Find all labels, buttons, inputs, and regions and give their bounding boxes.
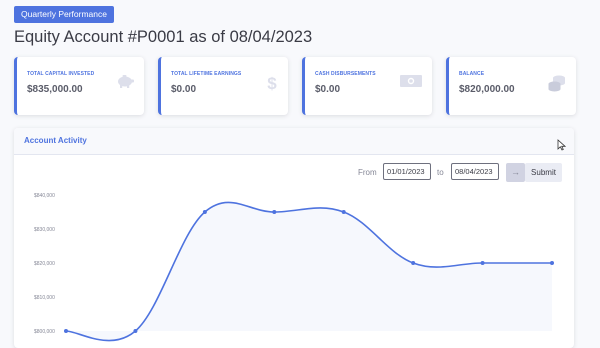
y-tick-label: $810,000 (34, 295, 55, 301)
data-point[interactable] (202, 210, 207, 214)
card-value: $835,000.00 (27, 84, 83, 95)
card-label: BALANCE (459, 71, 485, 77)
dollar-sign-icon: $ (266, 74, 278, 97)
data-point[interactable] (272, 210, 277, 214)
series-area (66, 202, 552, 341)
card-label: TOTAL CAPITAL INVESTED (27, 71, 95, 77)
card-total-lifetime-earnings: TOTAL LIFETIME EARNINGS $0.00 $ (158, 57, 288, 115)
quarterly-performance-button[interactable]: Quarterly Performance (14, 6, 114, 23)
card-label: CASH DISBURSEMENTS (315, 71, 376, 77)
money-bill-icon (400, 74, 422, 93)
data-point[interactable] (411, 261, 416, 265)
coins-icon (548, 74, 566, 97)
account-activity-chart: $840,000 $830,000 $820,000 $810,000 $800,000 (34, 193, 554, 342)
piggy-bank-icon (116, 74, 134, 93)
card-label: TOTAL LIFETIME EARNINGS (171, 71, 242, 77)
card-value: $820,000.00 (459, 84, 515, 95)
data-point[interactable] (480, 261, 485, 265)
card-total-capital-invested: TOTAL CAPITAL INVESTED $835,000.00 (14, 57, 144, 115)
data-point[interactable] (550, 261, 554, 265)
svg-text:$: $ (267, 74, 277, 92)
page-title: Equity Account #P0001 as of 08/04/2023 (14, 28, 313, 46)
y-tick-label: $820,000 (34, 261, 55, 267)
y-tick-label: $830,000 (34, 227, 55, 233)
card-value: $0.00 (315, 84, 341, 95)
card-value: $0.00 (171, 84, 197, 95)
card-cash-disbursements: CASH DISBURSEMENTS $0.00 (302, 57, 432, 115)
data-point[interactable] (341, 210, 346, 214)
y-tick-label: $840,000 (34, 193, 55, 199)
data-point[interactable] (133, 329, 138, 333)
account-activity-panel: Account Activity From to → Submit $840,0… (14, 128, 574, 348)
card-balance: BALANCE $820,000.00 (446, 57, 576, 115)
y-tick-label: $800,000 (34, 329, 55, 335)
data-point[interactable] (64, 329, 68, 333)
